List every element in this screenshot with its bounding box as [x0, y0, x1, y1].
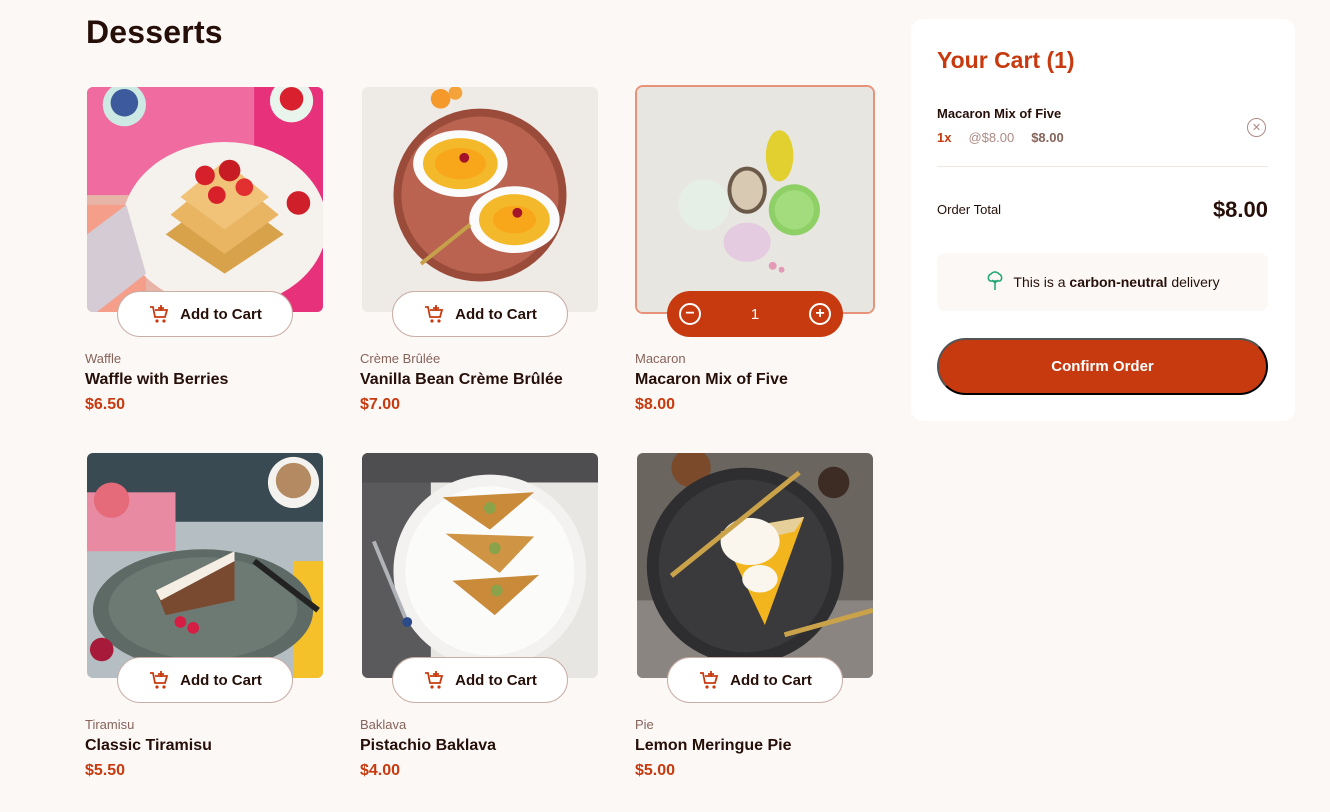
cart-plus-icon	[148, 303, 170, 325]
cart-item-unit-price: @$8.00	[968, 130, 1015, 145]
product-price: $8.00	[635, 396, 676, 413]
add-to-cart-label: Add to Cart	[730, 671, 812, 689]
add-to-cart-button[interactable]: Add to Cart	[667, 657, 843, 703]
remove-circle-icon[interactable]: ✕	[1247, 118, 1266, 137]
add-to-cart-button[interactable]: Add to Cart	[392, 657, 568, 703]
quantity-value: 1	[750, 305, 760, 323]
cart-plus-icon	[423, 669, 445, 691]
product-category: Baklava	[360, 717, 407, 732]
page-title: Desserts	[86, 14, 223, 50]
product-name: Classic Tiramisu	[85, 737, 212, 754]
carbon-prefix: This is a	[1013, 274, 1066, 290]
cart-title: Your Cart (1)	[937, 47, 1075, 73]
add-to-cart-button[interactable]: Add to Cart	[117, 291, 293, 337]
order-total-value: $8.00	[1212, 197, 1268, 222]
quantity-stepper: − 1 +	[667, 291, 843, 337]
product-name: Pistachio Baklava	[360, 737, 497, 754]
add-to-cart-button[interactable]: Add to Cart	[392, 291, 568, 337]
plus-circle-icon[interactable]: +	[809, 303, 831, 325]
product-price: $7.00	[360, 396, 401, 413]
product-card-creme-brulee: Add to Cart Crème Brûlée Vanilla Bean Cr…	[360, 85, 600, 413]
creme-brulee-photo	[360, 85, 600, 314]
add-to-cart-label: Add to Cart	[455, 305, 537, 323]
carbon-neutral-notice: This is a carbon-neutral delivery	[937, 253, 1268, 311]
product-price: $6.50	[85, 396, 126, 413]
product-name: Lemon Meringue Pie	[635, 737, 792, 754]
cart-item-subtotal: $8.00	[1031, 130, 1064, 145]
tree-icon	[985, 270, 1005, 294]
cart-divider	[937, 166, 1268, 167]
add-to-cart-label: Add to Cart	[455, 671, 537, 689]
carbon-bold: carbon-neutral	[1069, 274, 1168, 290]
carbon-suffix: delivery	[1171, 274, 1220, 290]
product-name: Vanilla Bean Crème Brûlée	[360, 371, 563, 388]
add-to-cart-button[interactable]: Add to Cart	[117, 657, 293, 703]
cart-item-quantity: 1x	[937, 130, 952, 145]
product-category: Waffle	[85, 351, 122, 366]
product-card-pie: Add to Cart Pie Lemon Meringue Pie $5.00	[635, 451, 875, 779]
product-card-waffle: Add to Cart Waffle Waffle with Berries $…	[85, 85, 325, 413]
tiramisu-photo	[85, 451, 325, 680]
add-to-cart-label: Add to Cart	[180, 671, 262, 689]
confirm-order-button[interactable]: Confirm Order	[937, 338, 1268, 395]
carbon-text: This is a carbon-neutral delivery	[1013, 274, 1219, 290]
product-category: Pie	[635, 717, 654, 732]
baklava-photo	[360, 451, 600, 680]
order-total-label: Order Total	[937, 202, 1002, 217]
cart-item-name: Macaron Mix of Five	[937, 106, 1062, 121]
cart-item-meta: 1x @$8.00 $8.00	[937, 130, 1064, 145]
product-category: Macaron	[635, 351, 686, 366]
product-category: Crème Brûlée	[360, 351, 441, 366]
product-price: $4.00	[360, 762, 401, 779]
add-to-cart-label: Add to Cart	[180, 305, 262, 323]
product-price: $5.00	[635, 762, 676, 779]
product-category: Tiramisu	[85, 717, 135, 732]
product-card-baklava: Add to Cart Baklava Pistachio Baklava $4…	[360, 451, 600, 779]
cart-panel: Your Cart (1) Macaron Mix of Five 1x @$8…	[911, 19, 1295, 421]
waffle-photo	[85, 85, 325, 314]
product-name: Macaron Mix of Five	[635, 371, 788, 388]
cart-plus-icon	[148, 669, 170, 691]
cart-plus-icon	[698, 669, 720, 691]
product-card-tiramisu: Add to Cart Tiramisu Classic Tiramisu $5…	[85, 451, 325, 779]
minus-circle-icon[interactable]: −	[679, 303, 701, 325]
pie-photo	[635, 451, 875, 680]
cart-plus-icon	[423, 303, 445, 325]
product-name: Waffle with Berries	[85, 371, 229, 388]
macaron-photo	[635, 85, 875, 314]
product-card-macaron: − 1 + Macaron Macaron Mix of Five $8.00	[635, 85, 875, 413]
product-price: $5.50	[85, 762, 126, 779]
